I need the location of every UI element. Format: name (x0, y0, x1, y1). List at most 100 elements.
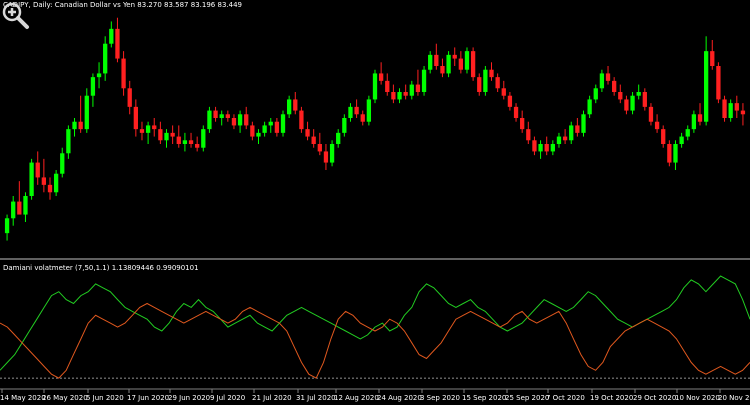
candle-body (280, 114, 286, 133)
candle-body (262, 125, 267, 133)
candle-body (556, 136, 562, 144)
candle-body (78, 121, 83, 130)
candle-body (562, 136, 568, 141)
candle-body (587, 99, 592, 115)
indicator-lines (0, 275, 750, 379)
candle-body (109, 28, 114, 44)
candle-body (317, 144, 322, 152)
candle-body (740, 110, 746, 115)
candle-body (225, 114, 230, 118)
candle-body (458, 58, 463, 70)
candle-body (403, 92, 408, 96)
candle-body (195, 144, 200, 148)
candle-body (182, 140, 188, 144)
indicator-series-green (0, 275, 750, 371)
candle-body (624, 99, 629, 111)
indicator-title: Damiani volatmeter (7,50,1.1) 1.13809446… (3, 264, 199, 273)
time-tick-label: 3 Sep 2020 (420, 394, 460, 402)
time-tick-label: 29 Oct 2020 (633, 394, 676, 402)
indicator-series-orange (0, 302, 750, 379)
candle-body (336, 132, 341, 144)
candle-body (293, 99, 298, 111)
time-tick-label: 25 Sep 2020 (505, 394, 549, 402)
candle-body (501, 88, 506, 96)
candle-body (35, 162, 40, 178)
time-axis: 14 May 202026 May 20205 Jun 2020 17 Jun 2… (0, 389, 750, 402)
ohlc-low: 83.196 (190, 1, 216, 9)
candle-body (268, 121, 273, 126)
candle-body (391, 92, 396, 100)
candle-body (213, 110, 218, 118)
candle-body (495, 77, 500, 89)
time-tick-label: 26 May 2020 (42, 394, 88, 402)
candle-body (378, 73, 384, 81)
candle-body (176, 136, 181, 144)
indicator-value-1: 1.13809446 (111, 264, 154, 272)
candle-body (299, 110, 304, 130)
candle-body (237, 114, 243, 126)
indicator-value-2: 0.99090101 (156, 264, 199, 272)
candle-body (722, 99, 727, 118)
price-candles (4, 17, 746, 241)
candle-body (685, 129, 690, 137)
candle-body (397, 92, 402, 100)
candle-body (593, 88, 598, 100)
candle-body (354, 106, 359, 115)
candle-body (538, 144, 543, 152)
candle-body (661, 129, 666, 144)
candle-body (544, 144, 549, 152)
time-tick-label: 21 Jul 2020 (252, 394, 292, 402)
candle-body (630, 95, 635, 111)
candle-body (440, 66, 445, 74)
candle-body (581, 114, 586, 133)
candle-body (329, 144, 335, 163)
time-tick-label: 15 Sep 2020 (462, 394, 506, 402)
candle-body (231, 118, 237, 126)
candle-body (654, 121, 660, 130)
candle-body (366, 99, 372, 122)
chart-window[interactable]: 14 May 2020 26 May 2020 5 Jun 2020 17 Jun 2… (0, 0, 750, 405)
candle-body (103, 43, 108, 74)
time-tick-label: 20 Nov 2020 (718, 394, 750, 402)
candle-body (507, 95, 513, 107)
timeframe-label: Daily (32, 1, 51, 9)
candle-body (703, 51, 709, 122)
candle-body (29, 162, 34, 196)
zoom-in-icon[interactable] (0, 0, 30, 30)
candle-body (409, 84, 414, 96)
candle-body (305, 129, 310, 137)
candle-body (342, 118, 347, 133)
chart-canvas[interactable]: 14 May 202026 May 20205 Jun 2020 17 Jun 2… (0, 0, 750, 405)
candle-body (47, 184, 53, 193)
candle-body (575, 125, 580, 133)
candle-body (139, 129, 145, 133)
candle-body (434, 54, 439, 66)
candle-body (648, 106, 654, 122)
candle-body (526, 129, 531, 141)
candle-body (710, 51, 715, 66)
candle-body (188, 140, 194, 144)
candle-body (115, 28, 120, 59)
candle-body (489, 69, 494, 78)
candle-body (84, 95, 89, 130)
candle-body (734, 103, 739, 111)
candle-body (636, 92, 641, 96)
candle-body (691, 114, 697, 130)
time-tick-label: 14 May 2020 (0, 394, 46, 402)
candle-body (145, 125, 151, 133)
candle-body (599, 73, 605, 89)
candle-body (133, 106, 138, 130)
time-tick-label: 29 Jun 2020 (168, 394, 210, 402)
candle-body (207, 110, 212, 130)
candle-body (127, 88, 132, 107)
ohlc-open: 83.270 (137, 1, 162, 9)
candle-body (428, 54, 433, 70)
candle-body (201, 129, 206, 148)
candle-body (66, 129, 71, 154)
indicator-params: (7,50,1.1) (75, 264, 110, 272)
time-tick-label: 7 Oct 2020 (546, 394, 585, 402)
candle-body (372, 73, 378, 100)
indicator-name: Damiani volatmeter (3, 264, 73, 272)
candle-body (618, 92, 623, 100)
candle-body (513, 106, 519, 118)
